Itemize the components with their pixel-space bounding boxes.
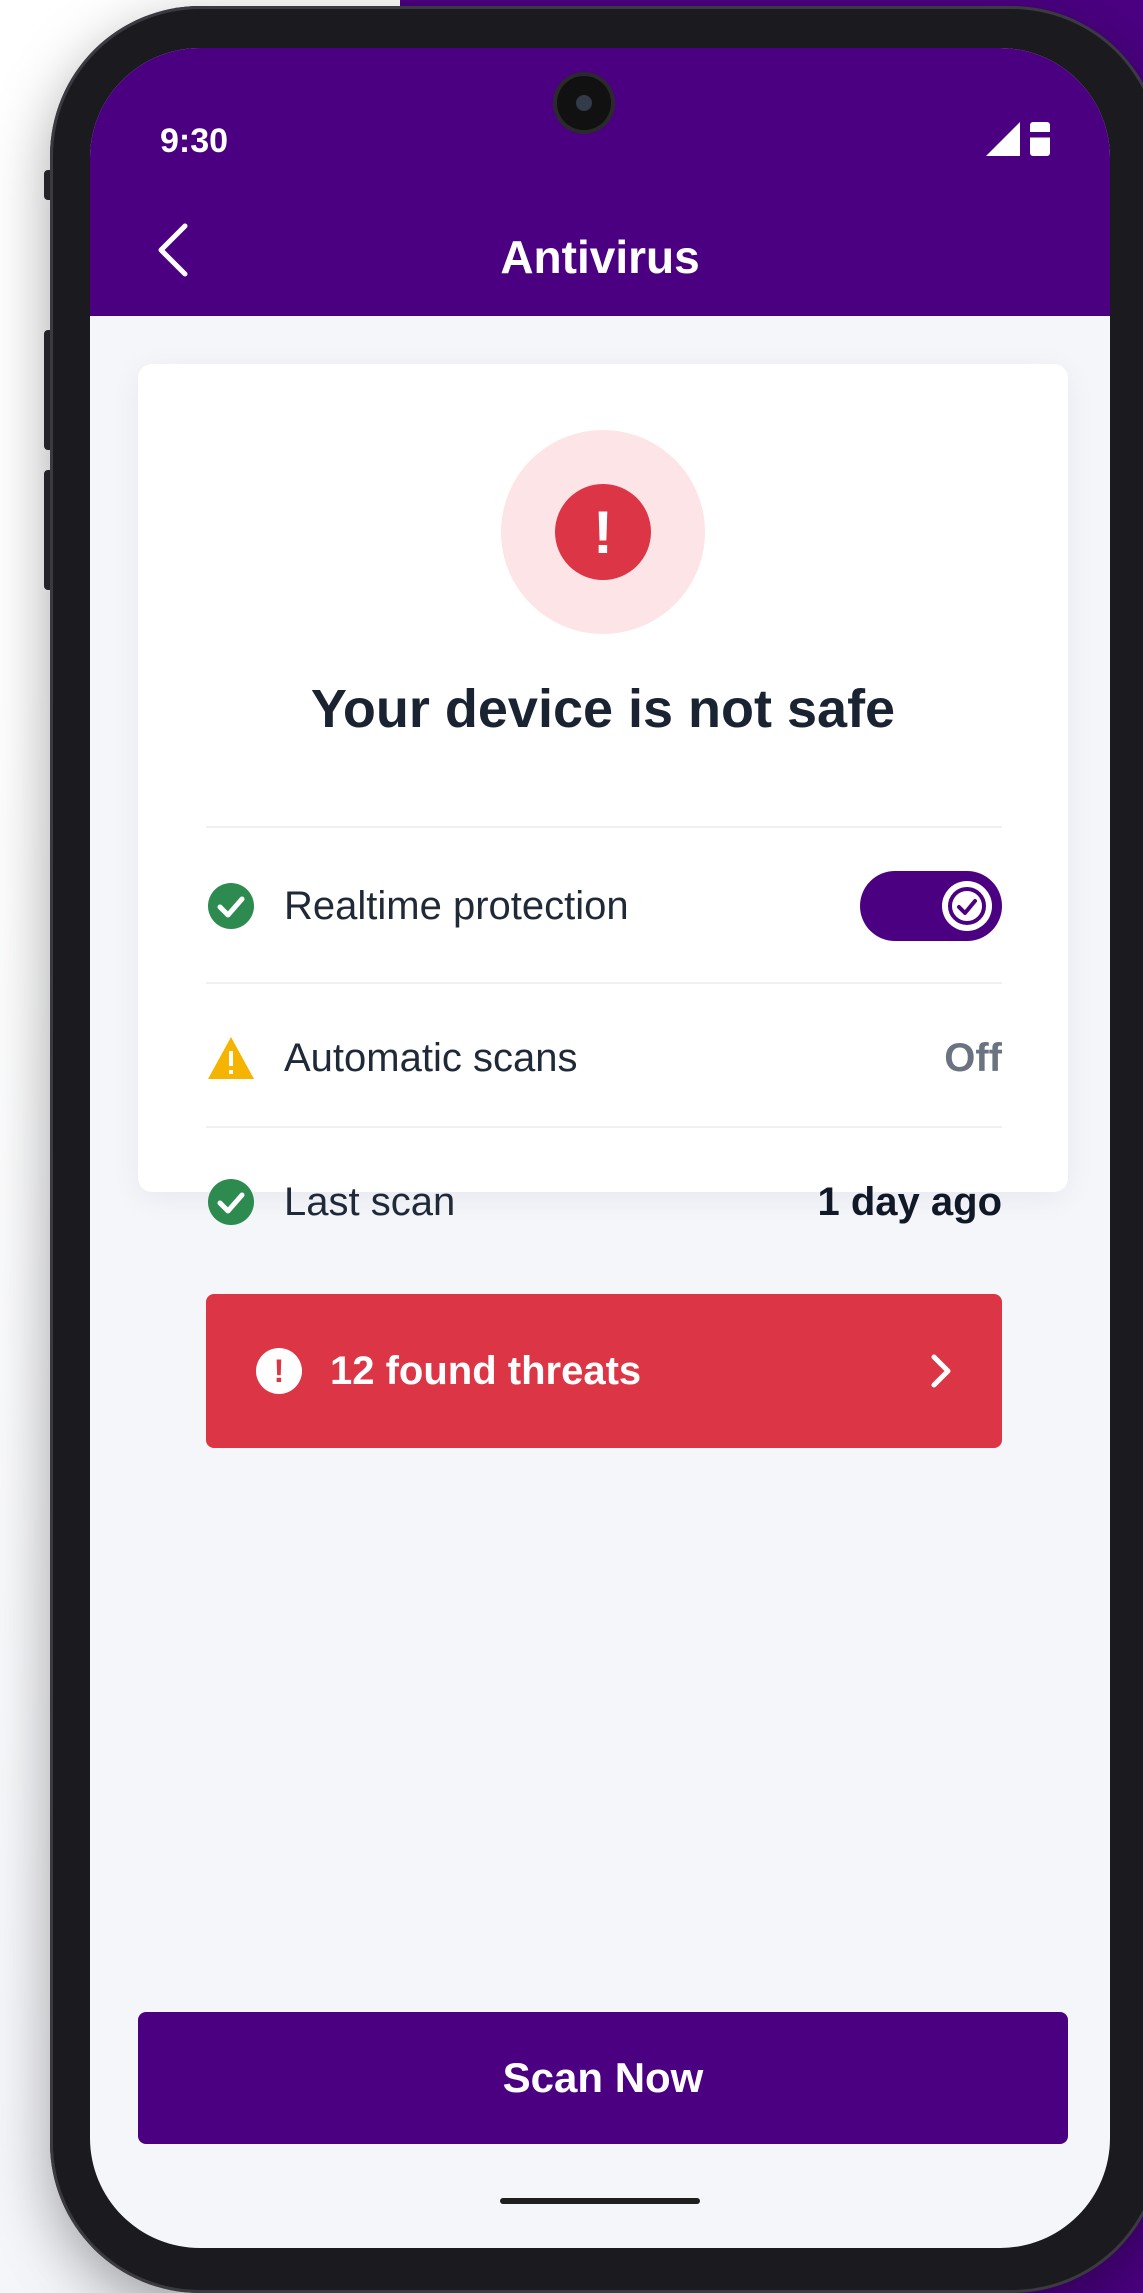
protection-status-card: ! Your device is not safe Realtime prote…: [138, 364, 1068, 1448]
check-icon: [948, 887, 986, 925]
exclamation-circle-icon: !: [256, 1348, 302, 1394]
warning-triangle-icon: [206, 1033, 256, 1083]
front-camera: [557, 76, 611, 130]
status-alert-badge: !: [501, 430, 705, 634]
app-header: 9:30 Antivirus: [90, 48, 1110, 316]
exclamation-circle-icon: !: [555, 484, 651, 580]
divider: [206, 1126, 1002, 1128]
row-label: Automatic scans: [284, 1035, 578, 1080]
row-last-scan: Last scan 1 day ago: [206, 1162, 1002, 1242]
realtime-protection-toggle[interactable]: [860, 871, 1002, 941]
home-indicator[interactable]: [500, 2198, 700, 2204]
divider: [206, 982, 1002, 984]
found-threats-label: 12 found threats: [330, 1348, 642, 1393]
check-circle-icon: [206, 881, 256, 931]
phone-frame: 9:30 Antivirus ! Your device is not safe: [50, 6, 1143, 2293]
check-circle-icon: [206, 1177, 256, 1227]
row-realtime-protection: Realtime protection: [206, 866, 1002, 946]
automatic-scans-value: Off: [944, 1035, 1002, 1080]
toggle-knob: [942, 881, 992, 931]
phone-screen: 9:30 Antivirus ! Your device is not safe: [90, 48, 1110, 2248]
page-title: Antivirus: [500, 231, 700, 283]
row-label: Last scan: [284, 1179, 456, 1224]
signal-icon: [986, 122, 1020, 156]
chevron-right-icon: [931, 1354, 951, 1388]
divider: [206, 826, 1002, 828]
row-automatic-scans: Automatic scans Off: [206, 1018, 1002, 1098]
status-time: 9:30: [160, 122, 229, 160]
status-icons: [986, 122, 1050, 156]
battery-icon: [1030, 122, 1050, 156]
last-scan-value: 1 day ago: [817, 1179, 1002, 1224]
found-threats-banner[interactable]: ! 12 found threats: [206, 1294, 1002, 1448]
found-threats-button[interactable]: ! 12 found threats: [206, 1294, 1002, 1448]
scan-now-button[interactable]: Scan Now: [138, 2012, 1068, 2144]
status-title: Your device is not safe: [310, 679, 896, 739]
row-label: Realtime protection: [284, 883, 629, 928]
